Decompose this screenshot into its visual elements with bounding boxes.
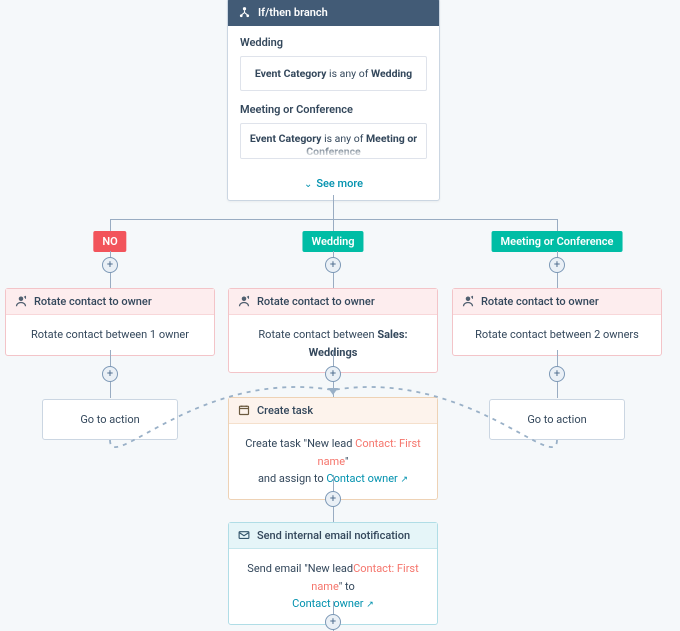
ifthen-filter-1[interactable]: Event Category is any of Wedding: [240, 56, 427, 91]
card-title: Rotate contact to owner: [34, 295, 152, 308]
chevron-down-icon: ⌄: [304, 179, 312, 190]
ifthen-title: If/then branch: [258, 6, 328, 19]
ifthen-filter-2[interactable]: Event Category is any of Meeting or Conf…: [240, 123, 427, 159]
envelope-icon: [238, 529, 251, 542]
goto-action-card-left[interactable]: Go to action: [42, 399, 178, 440]
add-action-button[interactable]: +: [325, 366, 341, 382]
external-link-icon: ↗: [366, 598, 374, 612]
external-link-icon: ↗: [401, 473, 409, 487]
add-action-button[interactable]: +: [549, 257, 565, 273]
add-action-button[interactable]: +: [549, 366, 565, 382]
card-header: Create task: [229, 398, 437, 424]
workflow-canvas: If/then branch Wedding Event Category is…: [0, 0, 680, 626]
calendar-icon: [238, 404, 251, 417]
card-header: Send internal email notification: [229, 523, 437, 549]
card-title: Create task: [257, 404, 313, 417]
arrowhead-icon: [328, 388, 338, 395]
add-action-button[interactable]: +: [325, 257, 341, 273]
rotate-contact-card-right[interactable]: Rotate contact to owner Rotate contact b…: [452, 288, 662, 356]
branch-icon: [238, 6, 251, 19]
card-body: Rotate contact between 1 owner: [6, 315, 214, 355]
card-body: Rotate contact between 2 owners: [453, 315, 661, 355]
goto-action-card-right[interactable]: Go to action: [489, 399, 625, 440]
owner-icon: [238, 295, 251, 308]
add-action-button[interactable]: +: [325, 614, 341, 630]
ifthen-branch-label-1: Wedding: [240, 36, 427, 49]
rotate-contact-card-left[interactable]: Rotate contact to owner Rotate contact b…: [5, 288, 215, 356]
branch-badge-no[interactable]: NO: [93, 231, 126, 252]
card-header: Rotate contact to owner: [6, 289, 214, 315]
card-header: Rotate contact to owner: [229, 289, 437, 315]
branch-badge-wedding[interactable]: Wedding: [302, 231, 363, 252]
connector: [333, 219, 334, 231]
add-action-button[interactable]: +: [102, 257, 118, 273]
connector: [110, 219, 111, 231]
contact-owner-link[interactable]: Contact owner ↗: [326, 472, 408, 485]
connector: [333, 195, 334, 219]
card-header: Rotate contact to owner: [453, 289, 661, 315]
owner-icon: [462, 295, 475, 308]
add-action-button[interactable]: +: [102, 366, 118, 382]
branch-badge-meeting[interactable]: Meeting or Conference: [492, 231, 623, 252]
card-title: Rotate contact to owner: [481, 295, 599, 308]
card-title: Send internal email notification: [257, 529, 410, 542]
card-title: Rotate contact to owner: [257, 295, 375, 308]
ifthen-branch-card[interactable]: If/then branch Wedding Event Category is…: [227, 0, 440, 201]
add-action-button[interactable]: +: [325, 491, 341, 507]
connector: [557, 219, 558, 231]
ifthen-header: If/then branch: [228, 0, 439, 26]
owner-icon: [15, 295, 28, 308]
ifthen-branch-label-2: Meeting or Conference: [240, 103, 427, 116]
